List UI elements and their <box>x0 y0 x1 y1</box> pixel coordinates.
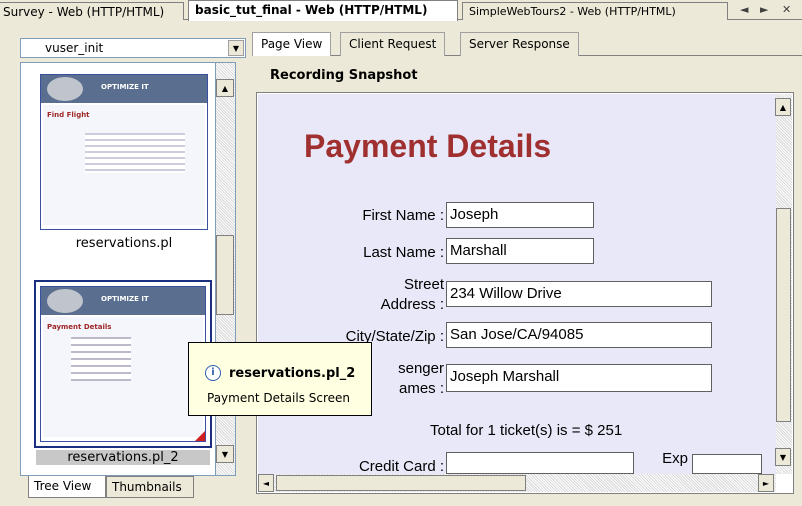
thumbnail-title: Payment Details <box>47 323 112 331</box>
street-label-line2: Address : <box>380 296 444 313</box>
thumbnail-tooltip: i reservations.pl_2 Payment Details Scre… <box>188 342 372 416</box>
tab-label: SimpleWebTours2 - Web (HTTP/HTML) <box>469 5 676 18</box>
thumbnail-logo-text: OPTIMIZE IT <box>101 295 149 303</box>
scroll-down-icon[interactable]: ▼ <box>216 445 234 463</box>
action-select[interactable]: vuser_init ▼ <box>20 38 246 58</box>
tab-label: Client Request <box>349 37 437 51</box>
first-name-label: First Name : <box>362 207 444 224</box>
tab-survey[interactable]: Survey - Web (HTTP/HTML) <box>0 2 184 20</box>
tab-label: Page View <box>261 37 323 51</box>
scroll-left-icon[interactable]: ◄ <box>258 474 274 492</box>
scroll-tabs-left-icon[interactable]: ◄ <box>740 3 748 16</box>
tab-label: Server Response <box>469 37 570 51</box>
thumbnail-table <box>85 133 185 173</box>
credit-card-label: Credit Card : <box>358 458 444 474</box>
street-address-field[interactable]: 234 Willow Drive <box>446 281 712 307</box>
tab-basic-tut-final[interactable]: basic_tut_final - Web (HTTP/HTML) <box>188 0 458 21</box>
recording-snapshot-label: Recording Snapshot <box>270 68 418 83</box>
thumbnail-title: Find Flight <box>47 111 90 119</box>
tooltip-title: reservations.pl_2 <box>229 366 356 381</box>
credit-card-field[interactable] <box>446 452 634 474</box>
tab-client-request[interactable]: Client Request <box>340 32 446 56</box>
tab-tree-view[interactable]: Tree View <box>28 476 106 498</box>
passenger-names-field[interactable]: Joseph Marshall <box>446 364 712 392</box>
thumbnail-label: reservations.pl_2 <box>36 450 210 465</box>
tab-server-response[interactable]: Server Response <box>460 32 579 56</box>
thumbnail-label: reservations.pl <box>75 236 173 251</box>
street-label-line1: Street <box>403 276 444 293</box>
tab-simplewebtours2[interactable]: SimpleWebTours2 - Web (HTTP/HTML) <box>462 2 728 20</box>
action-select-value: vuser_init <box>45 41 104 55</box>
tooltip-description: Payment Details Screen <box>207 391 351 405</box>
tab-label: Thumbnails <box>112 480 182 494</box>
scroll-down-icon[interactable]: ▼ <box>775 448 791 466</box>
corner-marker-icon <box>195 431 205 441</box>
logo-icon <box>47 289 83 313</box>
chevron-down-icon[interactable]: ▼ <box>228 40 244 56</box>
scroll-tabs-right-icon[interactable]: ► <box>760 3 768 16</box>
tab-label: basic_tut_final - Web (HTTP/HTML) <box>195 3 428 17</box>
tab-label: Survey - Web (HTTP/HTML) <box>3 5 165 19</box>
tab-label: Tree View <box>34 479 92 493</box>
scrollbar-thumb[interactable] <box>216 235 234 315</box>
city-state-zip-field[interactable]: San Jose/CA/94085 <box>446 322 712 348</box>
first-name-field[interactable]: Joseph <box>446 202 594 228</box>
exp-field[interactable] <box>692 454 762 474</box>
scroll-up-icon[interactable]: ▲ <box>216 79 234 97</box>
close-tab-icon[interactable]: ✕ <box>782 3 791 16</box>
thumbnail-form <box>71 337 131 381</box>
logo-icon <box>47 77 83 101</box>
tab-thumbnails[interactable]: Thumbnails <box>106 476 194 498</box>
scrollbar-thumb[interactable] <box>276 475 526 491</box>
exp-label: Exp <box>662 450 688 467</box>
thumbnail-reservations[interactable]: OPTIMIZE IT Find Flight <box>40 74 208 230</box>
scrollbar-thumb[interactable] <box>776 208 791 422</box>
last-name-field[interactable]: Marshall <box>446 238 594 264</box>
snapshot-horizontal-scrollbar[interactable]: ◄ ► <box>258 474 776 492</box>
scroll-right-icon[interactable]: ► <box>758 474 774 492</box>
thumbnail-logo-text: OPTIMIZE IT <box>101 83 149 91</box>
page-title: Payment Details <box>304 128 552 164</box>
total-text: Total for 1 ticket(s) is = $ 251 <box>430 422 623 439</box>
tab-page-view[interactable]: Page View <box>252 32 332 56</box>
scroll-up-icon[interactable]: ▲ <box>775 98 791 116</box>
info-icon: i <box>205 365 221 381</box>
snapshot-vertical-scrollbar[interactable]: ▲ ▼ <box>775 94 792 474</box>
last-name-label: Last Name : <box>363 244 444 261</box>
thumbnail-reservations-2[interactable]: OPTIMIZE IT Payment Details <box>40 286 206 442</box>
